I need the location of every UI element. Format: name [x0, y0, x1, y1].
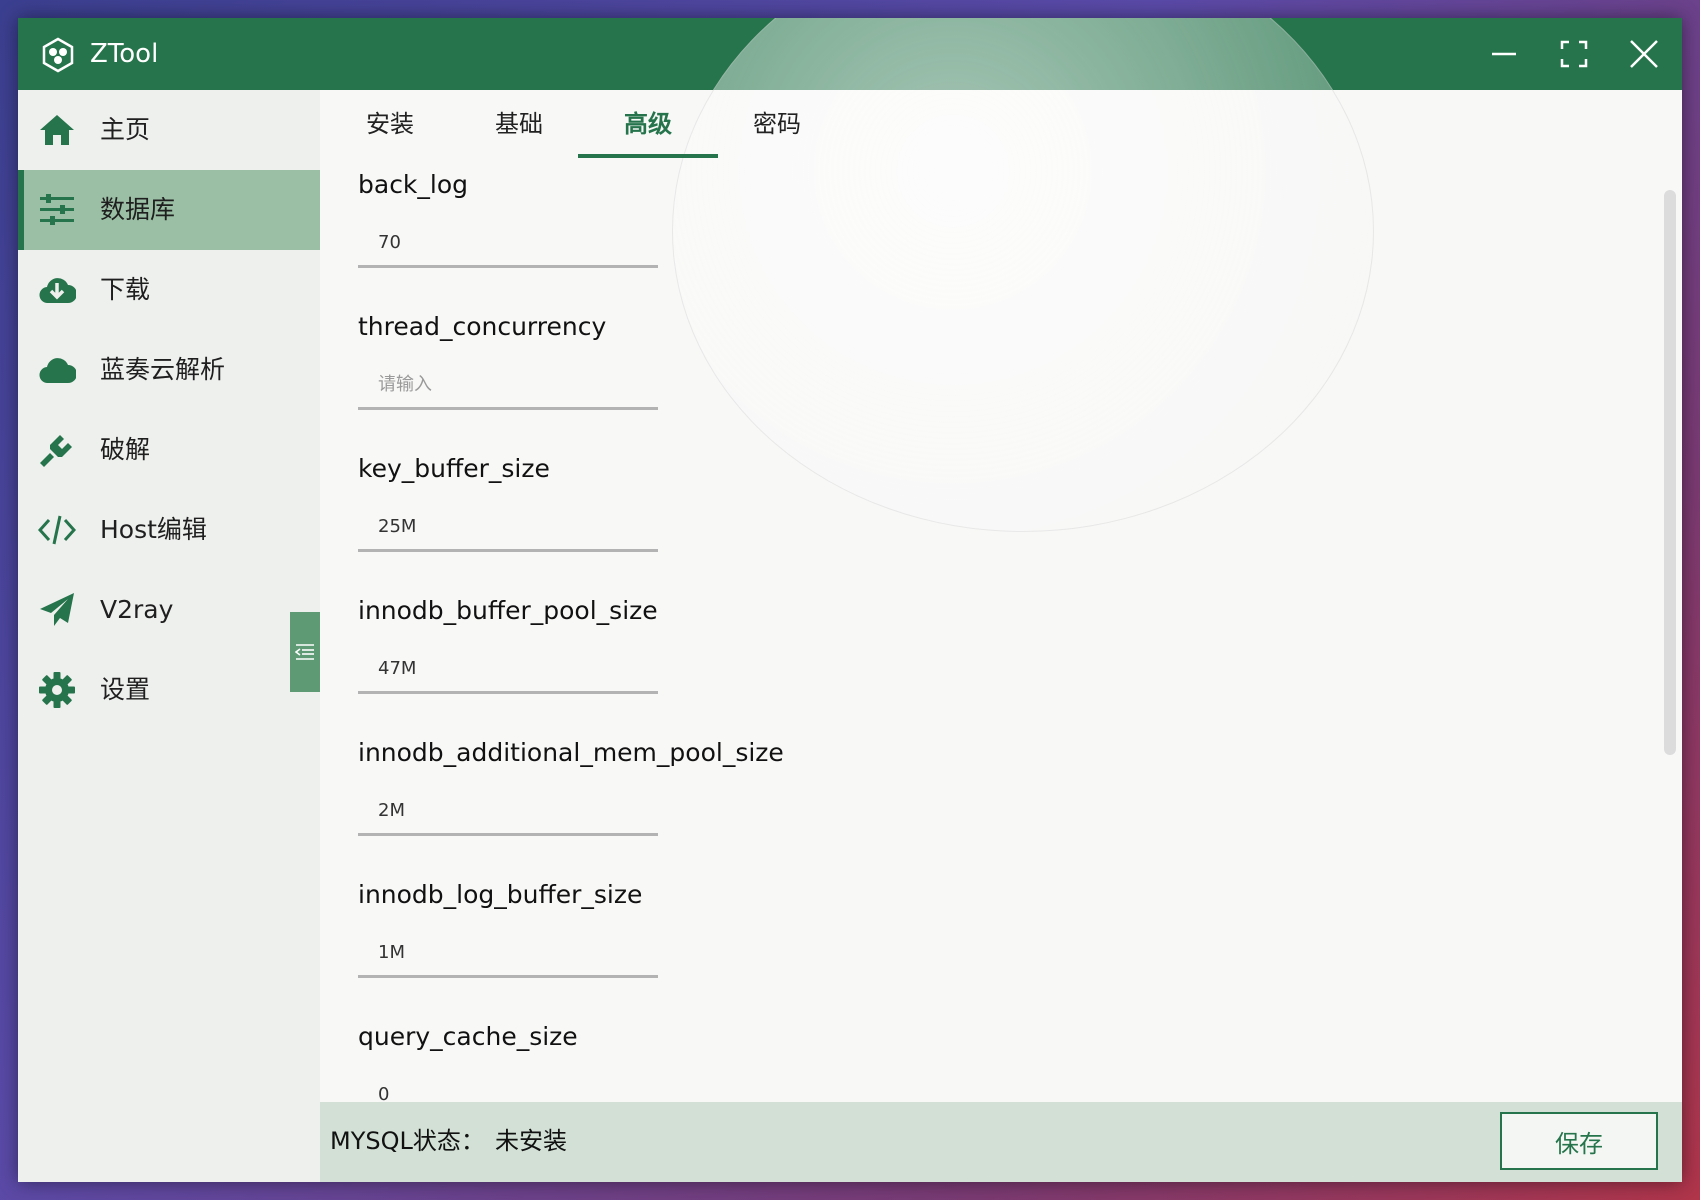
thread-concurrency-input[interactable]: [358, 362, 658, 410]
tab-password[interactable]: 密码: [707, 90, 847, 158]
paper-plane-icon: [40, 593, 74, 626]
minimize-icon: [1492, 52, 1516, 56]
innodb-additional-mem-pool-size-input[interactable]: [358, 788, 658, 836]
sidebar-item-label: 蓝奏云解析: [100, 355, 226, 384]
gear-icon: [39, 672, 75, 708]
save-button[interactable]: 保存: [1500, 1112, 1658, 1170]
vertical-scrollbar[interactable]: [1664, 190, 1676, 755]
field-label: thread_concurrency: [358, 312, 607, 341]
sidebar-item-label: 主页: [100, 115, 151, 144]
tab-basic[interactable]: 基础: [449, 90, 589, 158]
mysql-status-label: MYSQL状态：: [330, 1127, 485, 1155]
field-label: back_log: [358, 170, 469, 199]
minimize-button[interactable]: [1478, 32, 1530, 76]
tab-install[interactable]: 安装: [320, 90, 460, 158]
app-window: ZTool 主页 数据库 下载 蓝奏云解析 破解 Host编辑 V2ray 设置…: [18, 18, 1682, 1182]
sidebar-item-label: V2ray: [100, 595, 174, 624]
mysql-status-value: 未安装: [495, 1127, 567, 1155]
sidebar-item-lanzou[interactable]: 蓝奏云解析: [18, 330, 320, 410]
sidebar-collapse-handle[interactable]: [290, 612, 320, 692]
field-label: innodb_log_buffer_size: [358, 880, 643, 909]
cloud-icon: [39, 358, 76, 384]
sidebar-item-v2ray[interactable]: V2ray: [18, 570, 320, 650]
maximize-icon: [1560, 40, 1588, 68]
code-icon: [38, 515, 76, 545]
field-thread-concurrency: thread_concurrency: [358, 302, 758, 444]
field-key-buffer-size: key_buffer_size: [358, 444, 758, 586]
field-back-log: back_log: [358, 160, 758, 302]
sidebar-item-settings[interactable]: 设置: [18, 650, 320, 730]
sidebar-item-label: 破解: [100, 435, 151, 464]
field-label: innodb_buffer_pool_size: [358, 596, 658, 625]
cloud-download-icon: [39, 278, 76, 304]
plug-icon: [40, 435, 72, 467]
home-icon: [40, 115, 74, 145]
sidebar-item-download[interactable]: 下载: [18, 250, 320, 330]
field-label: key_buffer_size: [358, 454, 550, 483]
maximize-button[interactable]: [1548, 32, 1600, 76]
key-buffer-size-input[interactable]: [358, 504, 658, 552]
field-innodb-log-buffer-size: innodb_log_buffer_size: [358, 870, 758, 1012]
close-icon: [1630, 40, 1658, 68]
advanced-form: back_log thread_concurrency key_buffer_s…: [320, 160, 1682, 1110]
close-button[interactable]: [1618, 32, 1670, 76]
status-bar: MYSQL状态： 未安装 保存: [320, 1102, 1682, 1182]
tab-bar: 安装 基础 高级 密码: [320, 90, 1682, 160]
app-title: ZTool: [90, 39, 159, 69]
sidebar: 主页 数据库 下载 蓝奏云解析 破解 Host编辑 V2ray 设置: [18, 90, 320, 1182]
field-label: query_cache_size: [358, 1022, 578, 1051]
sidebar-item-label: Host编辑: [100, 515, 207, 544]
field-label: innodb_additional_mem_pool_size: [358, 738, 784, 767]
sidebar-item-host-edit[interactable]: Host编辑: [18, 490, 320, 570]
main-content: 安装 基础 高级 密码 back_log thread_concurrency …: [320, 18, 1682, 1182]
sidebar-item-label: 数据库: [100, 195, 176, 224]
sidebar-item-database[interactable]: 数据库: [18, 170, 320, 250]
sliders-icon: [40, 194, 74, 225]
sidebar-item-home[interactable]: 主页: [18, 90, 320, 170]
field-innodb-additional-mem-pool-size: innodb_additional_mem_pool_size: [358, 728, 784, 870]
back-log-input[interactable]: [358, 220, 658, 268]
collapse-list-icon: [295, 644, 314, 660]
innodb-log-buffer-size-input[interactable]: [358, 930, 658, 978]
sidebar-item-label: 下载: [100, 275, 151, 304]
sidebar-item-crack[interactable]: 破解: [18, 410, 320, 490]
innodb-buffer-pool-size-input[interactable]: [358, 646, 658, 694]
field-query-cache-size: query_cache_size: [358, 1012, 758, 1110]
app-logo-icon: [42, 37, 74, 73]
tab-advanced[interactable]: 高级: [578, 90, 718, 158]
sidebar-item-label: 设置: [100, 675, 151, 704]
field-innodb-buffer-pool-size: innodb_buffer_pool_size: [358, 586, 758, 728]
